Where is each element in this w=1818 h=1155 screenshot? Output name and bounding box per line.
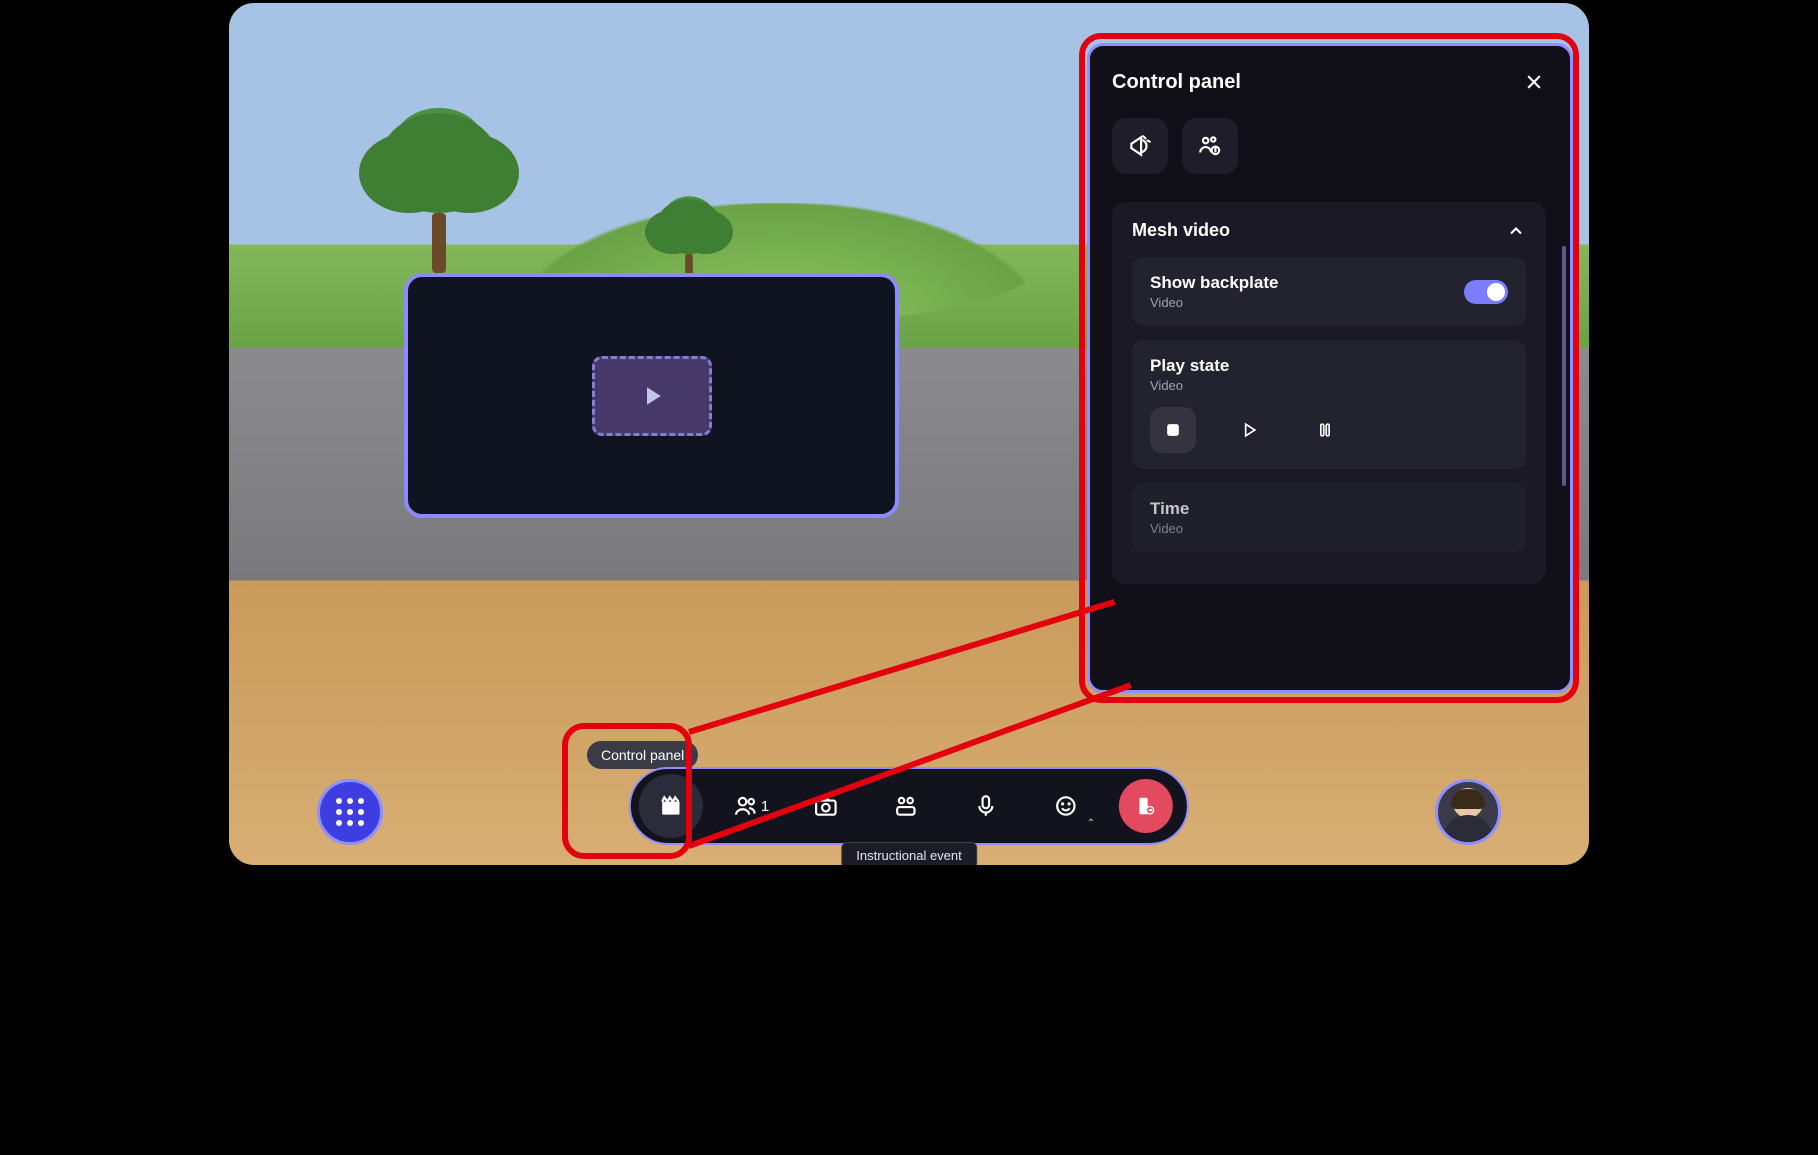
playstate-title: Play state — [1150, 356, 1508, 376]
leave-icon — [1135, 795, 1157, 817]
play-icon — [1239, 420, 1259, 440]
camera-button[interactable] — [799, 779, 853, 833]
close-icon — [1524, 72, 1544, 92]
panel-title: Control panel — [1112, 71, 1241, 94]
play-button[interactable] — [1226, 407, 1272, 453]
backplate-toggle[interactable] — [1464, 280, 1508, 304]
mic-icon — [973, 793, 999, 819]
pause-icon — [1315, 420, 1335, 440]
control-panel: Control panel Mesh vid — [1087, 43, 1573, 693]
leave-button[interactable] — [1119, 779, 1173, 833]
show-backplate-row: Show backplate Video — [1132, 257, 1526, 326]
people-mic-icon — [1197, 133, 1223, 159]
people-count: 1 — [761, 798, 769, 815]
stop-icon — [1163, 420, 1183, 440]
mic-button[interactable] — [959, 779, 1013, 833]
people-button[interactable]: 1 — [729, 779, 773, 833]
screenshare-button[interactable] — [879, 779, 933, 833]
play-state-card: Play state Video — [1132, 340, 1526, 469]
section-title: Mesh video — [1132, 220, 1230, 241]
stop-button[interactable] — [1150, 407, 1196, 453]
time-card: Time Video — [1132, 483, 1526, 552]
control-panel-button[interactable] — [639, 774, 703, 838]
scenery-tree — [379, 113, 499, 273]
mute-all-button[interactable] — [1182, 118, 1238, 174]
screenshare-icon — [893, 793, 919, 819]
chevron-up-icon: ⌃ — [1087, 818, 1095, 829]
avatar-button[interactable] — [1435, 779, 1501, 845]
time-title: Time — [1150, 499, 1508, 519]
megaphone-button[interactable] — [1112, 118, 1168, 174]
megaphone-icon — [1127, 133, 1153, 159]
backplate-sub: Video — [1150, 295, 1278, 310]
video-placeholder-screen[interactable] — [404, 273, 899, 518]
panel-scrollbar[interactable] — [1562, 246, 1566, 486]
grid-icon — [336, 798, 364, 826]
playstate-sub: Video — [1150, 378, 1508, 393]
app-viewport: Control panel 1 — [226, 0, 1592, 868]
camera-icon — [813, 793, 839, 819]
section-header[interactable]: Mesh video — [1132, 220, 1526, 241]
people-icon — [733, 793, 759, 819]
play-icon — [637, 381, 667, 411]
chevron-up-icon — [1506, 221, 1526, 241]
reactions-button[interactable]: ⌃ — [1039, 779, 1093, 833]
clapperboard-icon — [658, 793, 684, 819]
control-panel-tooltip: Control panel — [587, 741, 698, 769]
backplate-title: Show backplate — [1150, 273, 1278, 293]
video-placeholder-inner — [592, 356, 712, 436]
menu-grid-button[interactable] — [317, 779, 383, 845]
time-sub: Video — [1150, 521, 1508, 536]
close-button[interactable] — [1520, 68, 1548, 96]
mesh-video-section: Mesh video Show backplate Video Play sta… — [1112, 202, 1546, 584]
main-toolbar: 1 ⌃ — [629, 767, 1189, 845]
pause-button[interactable] — [1302, 407, 1348, 453]
highlight-connector — [688, 599, 1115, 735]
event-caption: Instructional event — [841, 842, 977, 868]
smile-icon — [1053, 793, 1079, 819]
